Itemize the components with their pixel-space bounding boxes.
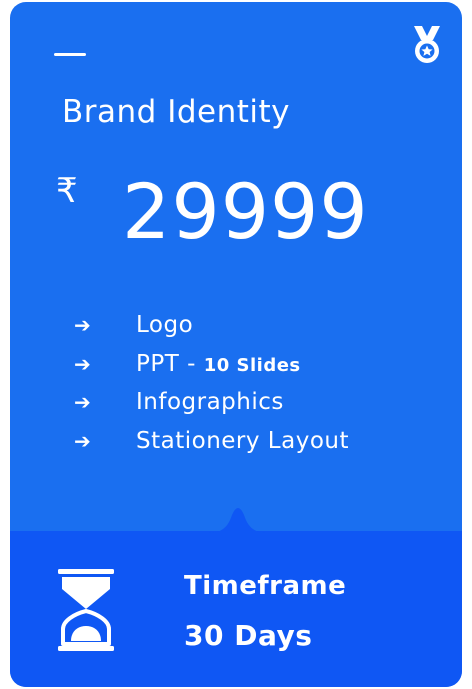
feature-label: Infographics [136, 389, 284, 416]
feature-item-stationery: ➔ Stationery Layout [74, 422, 349, 461]
feature-label: Stationery Layout [136, 427, 349, 454]
timeframe-footer: Timeframe 30 Days [10, 508, 462, 687]
hourglass-icon [58, 569, 114, 651]
arrow-right-icon: ➔ [74, 390, 92, 415]
arrow-right-icon: ➔ [74, 428, 92, 453]
timeframe-label: Timeframe [184, 571, 347, 601]
feature-list: ➔ Logo ➔ PPT - 10 Slides ➔ Infographics … [74, 306, 349, 460]
price-amount: 29999 [122, 167, 369, 256]
feature-item-infographics: ➔ Infographics [74, 383, 349, 422]
plan-title: Brand Identity [62, 94, 290, 130]
feature-label: PPT - 10 Slides [136, 350, 301, 377]
dash-icon [54, 53, 86, 56]
feature-label: Logo [136, 312, 194, 339]
pricing-card: Brand Identity ₹ 29999 ➔ Logo ➔ PPT - 10… [10, 2, 462, 687]
currency-symbol: ₹ [56, 171, 78, 211]
arrow-right-icon: ➔ [74, 313, 92, 338]
timeframe-value: 30 Days [184, 619, 313, 652]
medal-icon [414, 26, 440, 63]
feature-item-ppt: ➔ PPT - 10 Slides [74, 345, 349, 384]
feature-item-logo: ➔ Logo [74, 306, 349, 345]
arrow-right-icon: ➔ [74, 351, 92, 376]
notch-decoration [208, 508, 268, 533]
